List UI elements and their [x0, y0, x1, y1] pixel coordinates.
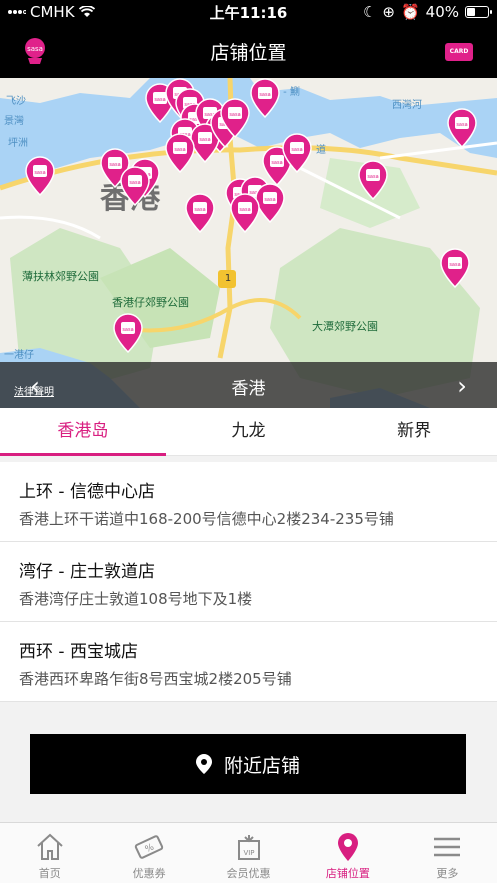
store-map-pin[interactable]: sasa: [282, 133, 312, 173]
status-bar: CMHK 上午11:16 ☾ ⊕ ⏰ 40%: [0, 0, 497, 24]
map-label-sai-wan: 西灣河: [392, 100, 422, 111]
svg-text:sasa: sasa: [199, 137, 210, 143]
tabbar-more[interactable]: 更多: [398, 823, 497, 883]
store-map-pin[interactable]: sasa: [358, 160, 388, 200]
svg-text:sasa: sasa: [122, 327, 133, 333]
map-label-aberdeen-park: 香港仔郊野公園: [112, 296, 189, 309]
svg-text:sasa: sasa: [291, 147, 302, 153]
svg-text:sasa: sasa: [367, 174, 378, 180]
nav-bar: sasa 店铺位置 CARD: [0, 24, 497, 78]
tabbar-store-location-label: 店铺位置: [325, 867, 370, 880]
store-map-pin[interactable]: sasa: [165, 133, 195, 173]
bottom-tab-bar: 首页 % 优惠券 VIP 会员优惠 店铺位置 更多: [0, 822, 497, 883]
tab-kowloon[interactable]: 九龙: [166, 408, 332, 455]
svg-text:sasa: sasa: [154, 97, 165, 103]
map-label-hk-sea: 一港仔: [4, 350, 34, 361]
store-map-pin[interactable]: sasa: [250, 78, 280, 118]
svg-text:sasa: sasa: [174, 147, 185, 153]
location-pin-icon: [195, 754, 212, 774]
map-label-ping: 坪洲: [8, 138, 28, 149]
tabbar-home[interactable]: 首页: [0, 823, 99, 883]
store-map-pin[interactable]: sasa: [220, 98, 250, 138]
alarm-icon: ⏰: [400, 3, 420, 21]
tabbar-coupons[interactable]: % 优惠券: [99, 823, 198, 883]
store-address: 香港上环干诺道中168-200号信德中心2楼234-235号铺: [19, 510, 394, 528]
nearby-stores-label: 附近店铺: [223, 754, 300, 777]
page-title: 店铺位置: [210, 42, 287, 64]
store-map-pin[interactable]: sasa: [113, 313, 143, 353]
next-region-button[interactable]: ›: [449, 372, 475, 400]
battery-fill: [467, 8, 475, 16]
store-map-pin[interactable]: sasa: [185, 193, 215, 233]
svg-text:sasa: sasa: [109, 162, 120, 168]
map-label-kung: 景灣: [4, 116, 24, 127]
member-card-button[interactable]: CARD: [445, 43, 473, 61]
store-map-pin[interactable]: sasa: [447, 108, 477, 148]
store-address: 香港湾仔庄士敦道108号地下及1楼: [19, 590, 253, 608]
map-label-route: 1: [224, 273, 232, 284]
map-label-fei: 飞沙: [6, 96, 26, 107]
map-label-pokfulam: 薄扶林郊野公園: [22, 270, 99, 283]
home-icon: [37, 833, 63, 860]
store-address: 香港西环卑路乍街8号西宝城2楼205号铺: [19, 670, 292, 688]
lock-rotation-icon: ⊕: [382, 3, 395, 21]
tabbar-more-label: 更多: [436, 867, 459, 880]
status-right: ☾ ⊕ ⏰ 40%: [362, 3, 492, 21]
tabbar-member[interactable]: VIP 会员优惠: [199, 823, 298, 883]
map-label-road: 道: [316, 145, 326, 156]
svg-text:sasa: sasa: [271, 160, 282, 166]
svg-text:VIP: VIP: [243, 849, 254, 857]
coupon-icon: %: [134, 835, 164, 859]
store-item[interactable]: 西环 - 西宝城店 香港西环卑路乍街8号西宝城2楼205号铺: [0, 622, 497, 702]
store-map-pin[interactable]: sasa: [230, 193, 260, 233]
svg-text:sasa: sasa: [229, 112, 240, 118]
store-item[interactable]: 湾仔 - 庄士敦道店 香港湾仔庄士敦道108号地下及1楼: [0, 542, 497, 622]
svg-text:sasa: sasa: [194, 207, 205, 213]
nearby-stores-button[interactable]: 附近店铺: [30, 734, 466, 794]
svg-text:sasa: sasa: [264, 197, 275, 203]
menu-icon: [434, 837, 461, 857]
svg-text:sasa: sasa: [449, 262, 460, 268]
battery-icon: [465, 6, 492, 18]
store-item[interactable]: 上环 - 信德中心店 香港上环干诺道中168-200号信德中心2楼234-235…: [0, 462, 497, 542]
store-map-pin[interactable]: sasa: [25, 156, 55, 196]
svg-text:sasa: sasa: [456, 122, 467, 128]
store-map-pin[interactable]: sasa: [440, 248, 470, 288]
store-name: 湾仔 - 庄士敦道店: [19, 562, 155, 582]
region-selector: 法律聲明 ‹ 香港 ›: [0, 362, 497, 408]
moon-icon: ☾: [362, 3, 377, 21]
battery-percent: 40%: [425, 3, 459, 21]
tab-hk-island[interactable]: 香港岛: [0, 408, 166, 456]
tabbar-home-label: 首页: [38, 867, 61, 880]
svg-text:sasa: sasa: [129, 180, 140, 186]
store-map[interactable]: 香港 薄扶林郊野公園 香港仔郊野公園 大潭郊野公園 北角 - 鰂 道 飞沙 景灣…: [0, 78, 497, 408]
tabbar-store-location[interactable]: 店铺位置: [298, 823, 397, 883]
region-tabs: 香港岛 九龙 新界: [0, 408, 497, 456]
map-label-taitam-park: 大潭郊野公園: [312, 320, 378, 333]
tabbar-coupons-label: 优惠券: [132, 867, 166, 880]
tabbar-member-label: 会员优惠: [226, 867, 271, 880]
store-name: 西环 - 西宝城店: [19, 642, 138, 662]
svg-text:sasa: sasa: [259, 92, 270, 98]
tab-new-territories[interactable]: 新界: [331, 408, 497, 455]
store-list: 上环 - 信德中心店 香港上环干诺道中168-200号信德中心2楼234-235…: [0, 462, 497, 702]
region-name: 香港: [231, 379, 266, 399]
vip-gift-icon: VIP: [237, 835, 260, 860]
svg-text:sasa: sasa: [34, 170, 45, 176]
svg-text:sasa: sasa: [239, 207, 250, 213]
store-name: 上环 - 信德中心店: [19, 482, 155, 502]
store-map-pin[interactable]: sasa: [120, 166, 150, 206]
location-pin-icon: [337, 833, 358, 861]
